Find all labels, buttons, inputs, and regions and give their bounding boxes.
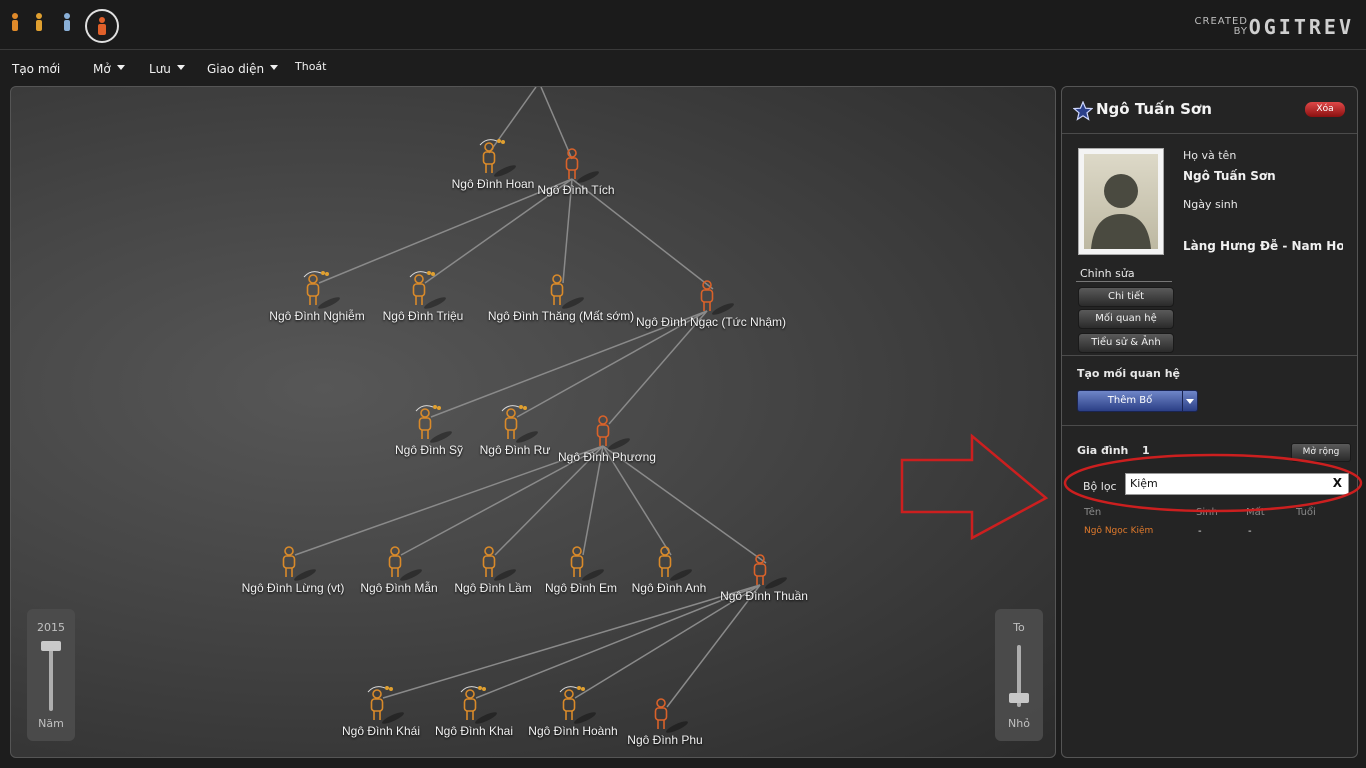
highlight-arrow bbox=[900, 433, 1049, 541]
highlight-annotation bbox=[900, 433, 1363, 541]
highlight-ellipse bbox=[1063, 453, 1363, 513]
